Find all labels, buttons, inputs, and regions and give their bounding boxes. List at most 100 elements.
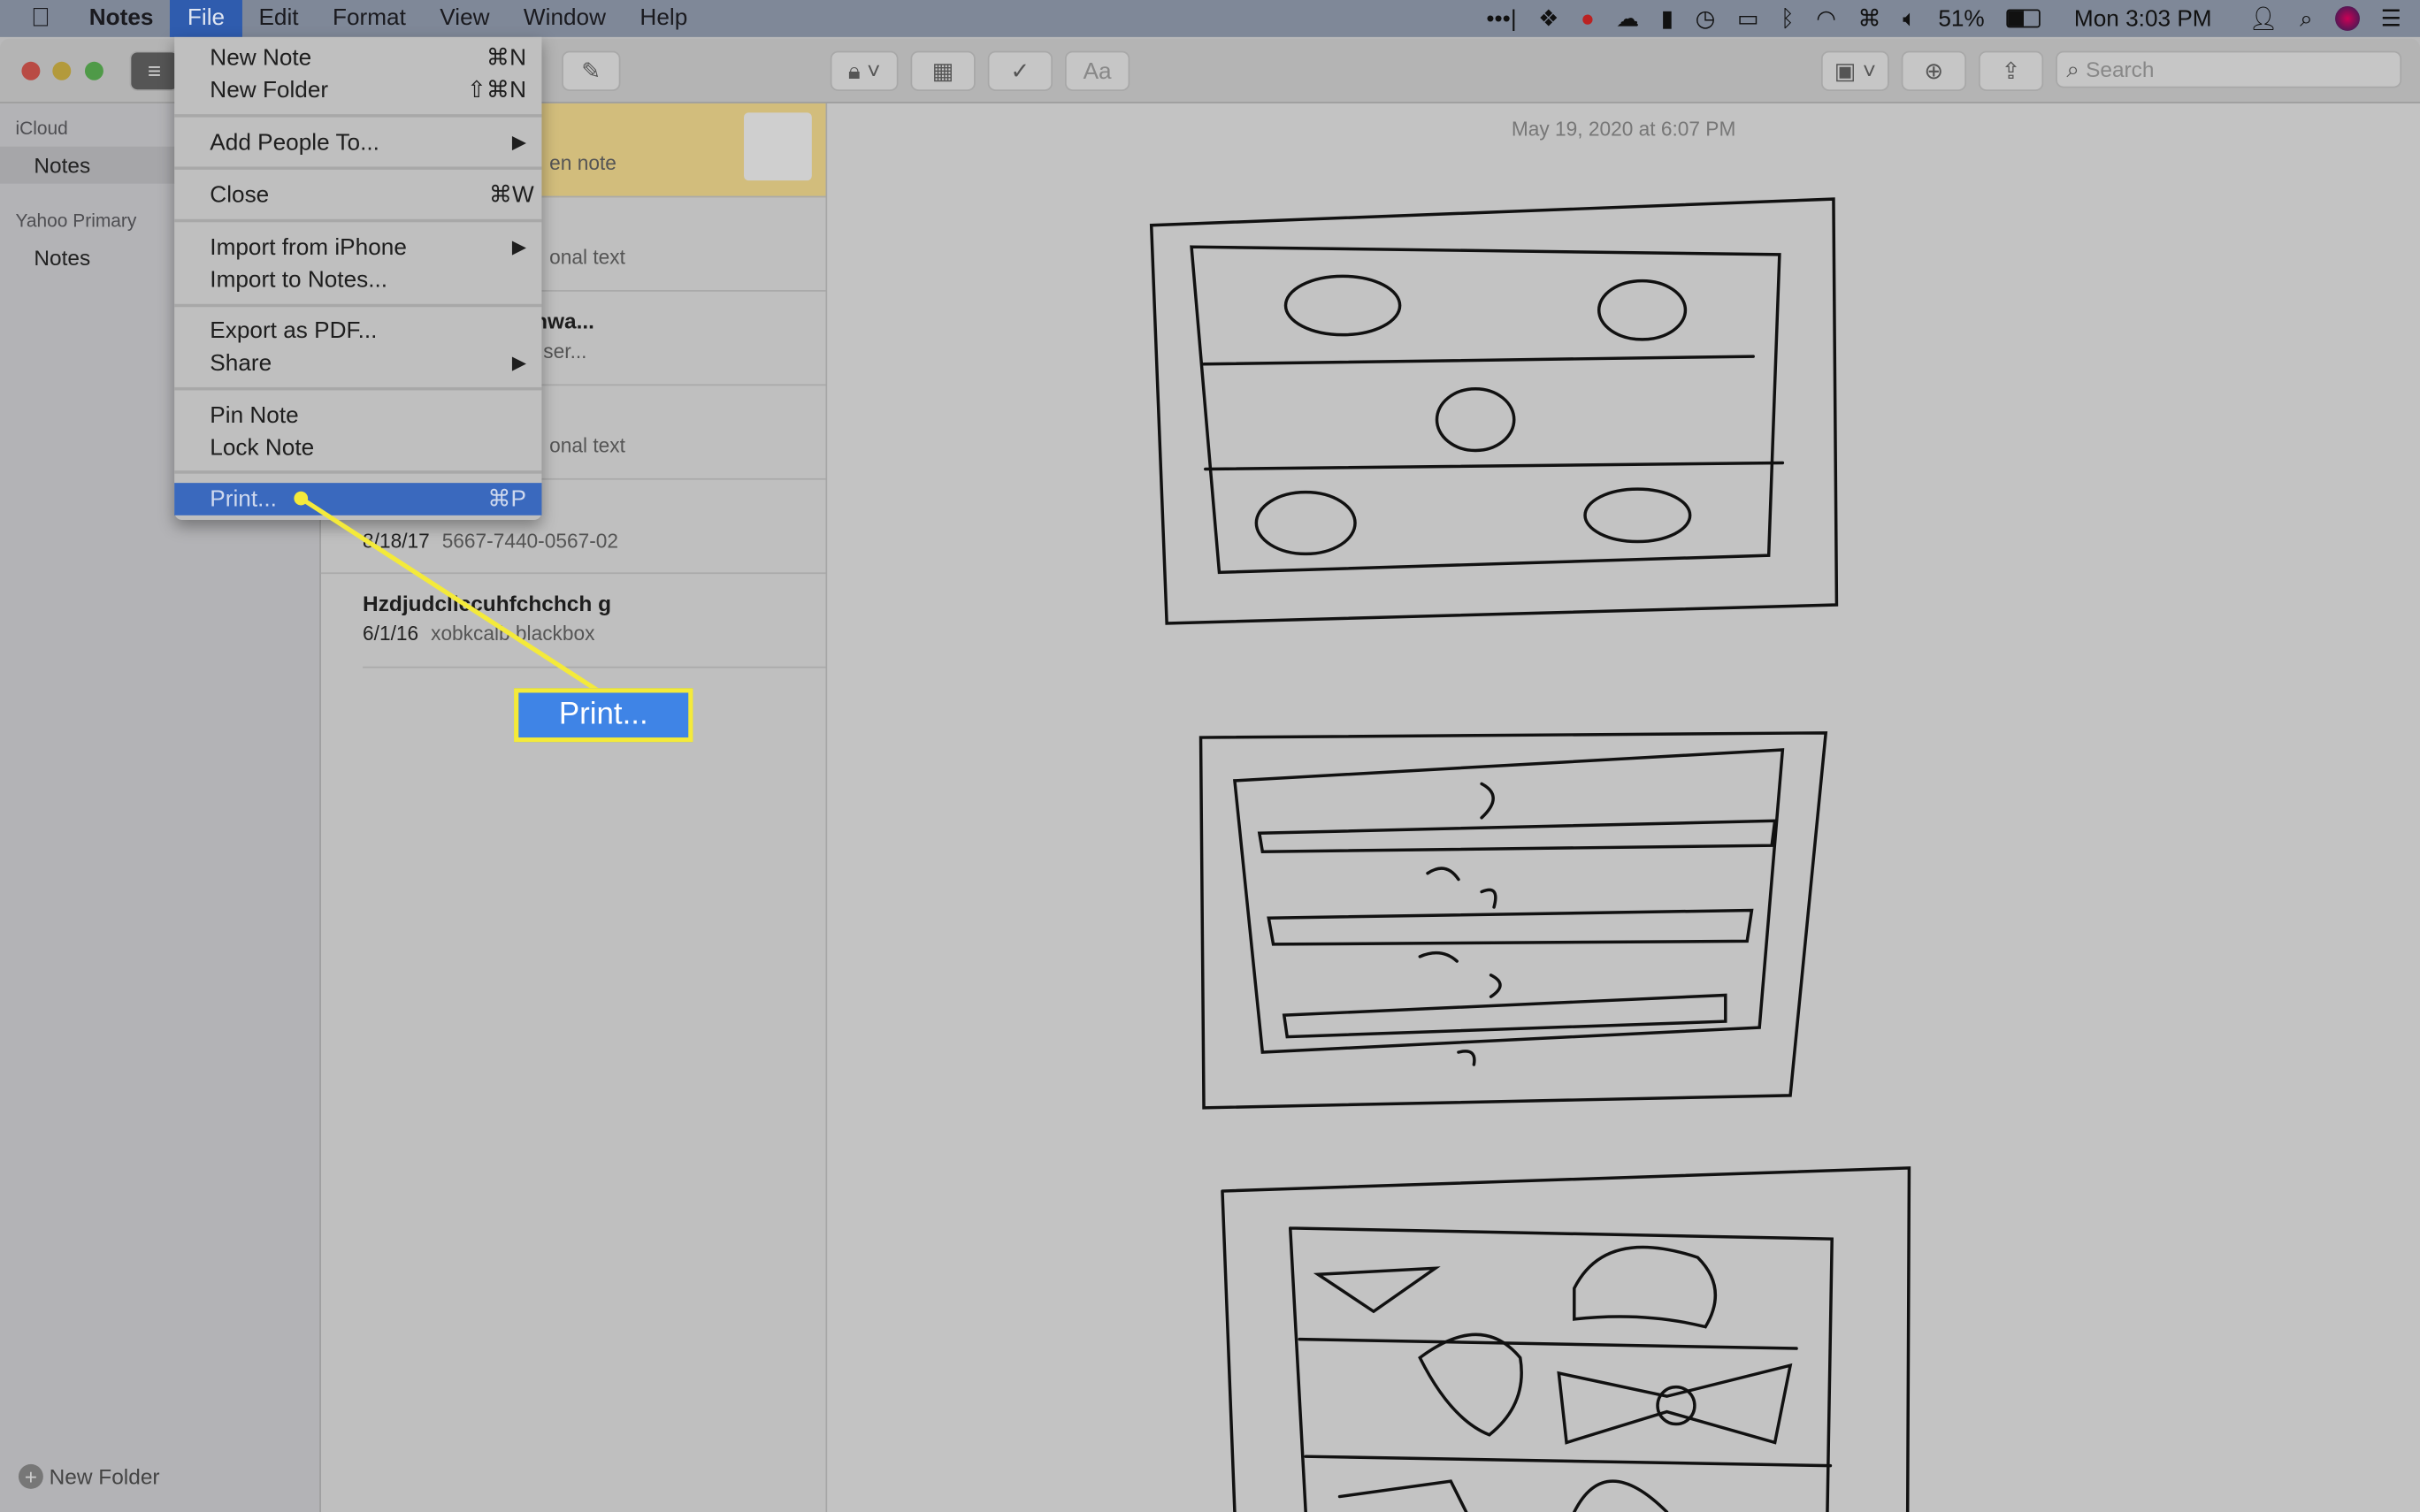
menu-item-export-pdf[interactable]: Export as PDF... [174,315,541,347]
sidebar-toggle-button[interactable]: ≡ [129,50,180,91]
menu-file[interactable]: File [170,0,242,37]
spotlight-icon[interactable]: ⌕ [2300,5,2313,32]
menu-item-label: Share [210,350,272,377]
note-snippet: onal text [549,245,625,269]
note-date: 6/1/16 [363,622,419,645]
menu-separator [174,386,542,391]
menu-item-lock-note[interactable]: Lock Note [174,432,541,465]
add-people-icon: ⊕ [1924,58,1944,85]
overflow-icon[interactable]: •••| [1486,5,1516,32]
screen:  Notes File Edit Format View Window Hel… [0,0,2420,1512]
menu-item-shortcut: ⌘W [488,181,534,209]
notification-center-icon[interactable]: ☰ [2381,4,2401,33]
menu-item-import-iphone[interactable]: Import from iPhone ▶ [174,232,541,264]
menu-item-label: Lock Note [210,435,315,462]
table-button[interactable]: ▦ [910,50,976,91]
sidebar-item-label: Notes [34,152,91,178]
menu-edit[interactable]: Edit [241,0,316,37]
add-people-button[interactable]: ⊕ [1901,50,1967,91]
menu-item-close[interactable]: Close ⌘W [174,179,541,211]
menu-item-add-people[interactable]: Add People To... ▶ [174,126,541,159]
menu-window[interactable]: Window [507,0,623,37]
submenu-arrow-icon: ▶ [511,235,527,258]
menu-item-new-note[interactable]: New Note ⌘N [174,42,541,74]
sketch-shelf-2 [1199,731,1828,1110]
battery-icon[interactable] [2006,9,2041,28]
dropbox-icon[interactable]: ❖ [1538,4,1558,33]
zoom-window-button[interactable] [84,61,103,80]
menu-item-share[interactable]: Share ▶ [174,347,541,380]
photo-icon: ▣ ˅ [1834,58,1877,85]
user-icon[interactable]: 👤︎ [2248,4,2278,33]
sketch-shelf-3 [1221,1166,1911,1512]
menu-separator [174,218,542,223]
menu-item-new-folder[interactable]: New Folder ⇧⌘N [174,74,541,107]
time-machine-icon[interactable]: ◷ [1696,4,1716,33]
sidebar-header-icloud: iCloud [15,117,68,140]
checklist-button[interactable]: ✓ [987,50,1053,91]
battery-percent[interactable]: 51% [1938,5,1984,32]
media-button[interactable]: ▣ ˅ [1820,50,1889,91]
menu-view[interactable]: View [423,0,507,37]
compose-button[interactable]: ✎ [562,50,621,91]
menu-separator [174,166,542,170]
close-window-button[interactable] [21,61,41,80]
new-folder-button[interactable]: + New Folder [18,1463,160,1489]
sketch-shelf-1 [1149,197,1839,625]
note-editor[interactable]: May 19, 2020 at 6:07 PM [827,103,2420,1512]
lock-icon: 🔒︎ ˅ [847,57,881,85]
volume-icon[interactable]: 🔈︎ [1903,5,1917,32]
menu-item-label: Export as PDF... [210,317,378,345]
menu-item-pin-note[interactable]: Pin Note [174,400,541,432]
wifi-icon[interactable]: ◠ [1816,4,1836,33]
note-snippet: onal text [549,433,625,457]
print-callout: Print... [514,688,693,743]
bluetooth-icon[interactable]: ᛒ [1781,5,1795,32]
cloud-upload-icon[interactable]: ☁ [1616,4,1639,33]
compose-icon: ✎ [581,58,601,85]
menu-item-label: New Folder [210,77,329,103]
display-icon[interactable]: ▮ [1661,4,1673,33]
menu-item-print[interactable]: Print... ⌘P [174,483,542,515]
search-placeholder: Search [2086,57,2155,82]
sidebar-item-yahoo-notes[interactable]: Notes [34,245,90,270]
creative-cloud-icon[interactable]: ● [1581,5,1595,32]
note-snippet: en note [549,151,616,175]
siri-icon[interactable] [2334,5,2360,31]
share-button[interactable]: ⇪ [1978,50,2044,91]
sidebar-header-yahoo: Yahoo Primary [15,210,137,232]
menu-item-label: Add People To... [210,129,379,157]
menu-item-shortcut: ⌘N [486,44,527,72]
keyboard-icon[interactable]: ⌘ [1858,4,1881,33]
note-thumbnail [744,112,812,181]
search-icon: ⌕ [2066,56,2080,83]
format-button[interactable]: Aa [1064,50,1130,91]
note-item[interactable]: Hzdjudcliccuhfchchch g 6/1/16 xobkcalb bl… [363,572,826,668]
lock-button[interactable]: 🔒︎ ˅ [830,50,899,91]
menu-item-label: Pin Note [210,402,299,430]
table-icon: ▦ [931,58,954,85]
search-field[interactable]: ⌕ Search [2056,50,2402,88]
menu-item-shortcut: ⇧⌘N [466,77,527,103]
menu-bar:  Notes File Edit Format View Window Hel… [0,0,2420,37]
menu-item-label: New Note [210,44,312,72]
clock[interactable]: Mon 3:03 PM [2074,5,2212,32]
menu-help[interactable]: Help [623,0,704,37]
note-date: 8/18/17 [363,529,430,553]
minimize-window-button[interactable] [52,61,72,80]
airplay-icon[interactable]: ▭ [1737,4,1759,33]
menu-item-label: Close [210,181,270,209]
menu-separator [174,470,542,474]
file-menu: New Note ⌘N New Folder ⇧⌘N Add People To..… [174,36,542,521]
plus-circle-icon: + [18,1463,43,1489]
submenu-arrow-icon: ▶ [511,131,527,153]
new-folder-label: New Folder [49,1463,160,1489]
menu-separator [174,114,542,118]
menu-item-label: Import to Notes... [210,266,388,294]
menu-item-import-notes[interactable]: Import to Notes... [174,263,541,296]
status-area: •••| ❖ ● ☁ ▮ ◷ ▭ ᛒ ◠ ⌘ 🔈︎ 51% Mon 3:03 P… [1486,0,2401,37]
apple-icon[interactable]:  [0,0,73,37]
menu-item-label: Print... [210,485,277,513]
menu-format[interactable]: Format [316,0,423,37]
menu-app-notes[interactable]: Notes [73,0,171,37]
